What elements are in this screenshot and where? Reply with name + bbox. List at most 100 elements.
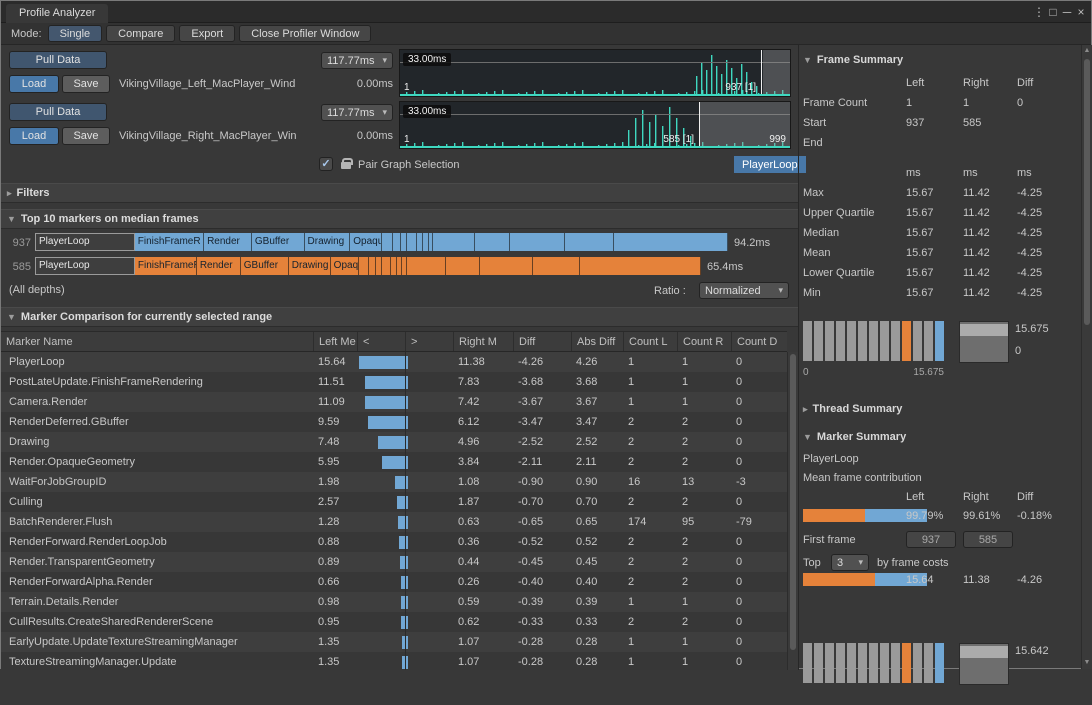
ratio-value: Normalized [705, 285, 761, 297]
table-row[interactable]: EarlyUpdate.UpdateTextureStreamingManage… [1, 632, 787, 652]
column-header-right-median[interactable]: Right M [453, 332, 513, 351]
column-header-right-bar[interactable]: > [405, 332, 453, 351]
table-row[interactable]: Render.TransparentGeometry0.890.44-0.450… [1, 552, 787, 572]
table-row[interactable]: RenderDeferred.GBuffer9.596.12-3.473.472… [1, 412, 787, 432]
pull-data-right-button[interactable]: Pull Data [9, 103, 107, 121]
first-frame-left-button[interactable]: 937 [906, 531, 956, 548]
column-header-left-median[interactable]: Left Me [313, 332, 357, 351]
top10-section-header[interactable]: ▼ Top 10 markers on median frames [1, 209, 798, 229]
cell-left-bar [357, 552, 405, 572]
maximize-icon[interactable]: □ [1046, 5, 1060, 19]
mode-single-button[interactable]: Single [48, 25, 103, 42]
left-range-max-dropdown[interactable]: 117.77ms ▾ [321, 52, 393, 69]
table-row[interactable]: RenderForwardAlpha.Render0.660.26-0.400.… [1, 572, 787, 592]
marker-segment[interactable]: Opaqu [350, 233, 382, 251]
marker-segment[interactable] [382, 257, 391, 275]
minimize-icon[interactable]: ─ [1060, 5, 1074, 19]
panel-scrollbar[interactable]: ▲ ▼ [1081, 45, 1092, 669]
table-scrollbar-thumb[interactable] [790, 354, 796, 650]
marker-segment[interactable] [393, 233, 401, 251]
marker-segment[interactable]: Opaqu [331, 257, 360, 275]
marker-segment[interactable] [480, 257, 533, 275]
table-row[interactable]: Terrain.Details.Render0.980.59-0.390.391… [1, 592, 787, 612]
marker-segment[interactable] [446, 257, 479, 275]
marker-segment[interactable] [369, 257, 376, 275]
table-row[interactable]: WaitForJobGroupID1.981.08-0.900.901613-3 [1, 472, 787, 492]
marker-comparison-section-header[interactable]: ▼ Marker Comparison for currently select… [1, 307, 798, 327]
close-profiler-window-button[interactable]: Close Profiler Window [239, 25, 371, 42]
scroll-down-icon[interactable]: ▼ [1082, 657, 1092, 669]
table-scrollbar[interactable] [787, 352, 798, 670]
table-row[interactable]: PostLateUpdate.FinishFrameRendering11.51… [1, 372, 787, 392]
marker-segment[interactable] [382, 233, 392, 251]
marker-segment[interactable] [533, 257, 580, 275]
cell-count-left: 2 [623, 432, 677, 452]
marker-segment[interactable]: GBuffer [241, 257, 289, 275]
tab-profile-analyzer[interactable]: Profile Analyzer [6, 4, 108, 23]
marker-segment[interactable] [580, 257, 701, 275]
export-button[interactable]: Export [179, 25, 235, 42]
close-icon[interactable]: × [1074, 5, 1088, 19]
panel-scrollbar-thumb[interactable] [1084, 59, 1090, 325]
column-header-left-bar[interactable]: < [357, 332, 405, 351]
first-frame-right-button[interactable]: 585 [963, 531, 1013, 548]
marker-segment[interactable] [433, 233, 475, 251]
table-row[interactable]: BatchRenderer.Flush1.280.63-0.650.651749… [1, 512, 787, 532]
column-header-count-diff[interactable]: Count D [731, 332, 787, 351]
summary-cell: ms [906, 167, 963, 179]
marker-segment[interactable]: PlayerLoop [35, 233, 135, 251]
table-row[interactable]: Culling2.571.87-0.700.70220 [1, 492, 787, 512]
right-frame-graph[interactable]: 33.00ms 1 585 [1] 999 [399, 101, 791, 149]
right-range-max-dropdown[interactable]: 117.77ms ▾ [321, 104, 393, 121]
marker-segment[interactable] [359, 257, 368, 275]
save-right-button[interactable]: Save [62, 127, 110, 145]
table-row[interactable]: Render.OpaqueGeometry5.953.84-2.112.1122… [1, 452, 787, 472]
table-row[interactable]: RenderForward.RenderLoopJob0.880.36-0.52… [1, 532, 787, 552]
column-header-marker-name[interactable]: Marker Name [1, 332, 313, 351]
marker-segment[interactable] [565, 233, 614, 251]
marker-segment[interactable] [407, 233, 417, 251]
ratio-dropdown[interactable]: Normalized ▾ [699, 282, 789, 299]
histogram-bar [836, 643, 845, 683]
marker-segment[interactable] [475, 233, 510, 251]
marker-segment[interactable]: FinishFrameR [135, 233, 204, 251]
top-n-dropdown[interactable]: 3 ▾ [831, 554, 869, 571]
marker-segment[interactable] [407, 257, 447, 275]
marker-segment[interactable]: Drawing [289, 257, 331, 275]
marker-segment[interactable]: Render [197, 257, 241, 275]
lock-icon[interactable] [341, 162, 351, 169]
table-row[interactable]: TextureStreamingManager.Update1.351.07-0… [1, 652, 787, 670]
load-right-button[interactable]: Load [9, 127, 59, 145]
table-row[interactable]: CullResults.CreateSharedRendererScene0.9… [1, 612, 787, 632]
marker-segment[interactable] [614, 233, 728, 251]
selected-marker-chip[interactable]: PlayerLoop [734, 156, 806, 173]
save-left-button[interactable]: Save [62, 75, 110, 93]
filters-section-header[interactable]: ▸ Filters [1, 183, 798, 203]
histogram-bar [803, 643, 812, 683]
marker-segment[interactable]: Render [204, 233, 252, 251]
marker-segment[interactable]: PlayerLoop [35, 257, 135, 275]
table-row[interactable]: PlayerLoop15.6411.38-4.264.26110 [1, 352, 787, 372]
pair-graph-selection-checkbox[interactable]: ✓ [319, 157, 333, 171]
cell-count-diff: 0 [731, 432, 787, 452]
frame-summary-header[interactable]: ▼ Frame Summary [803, 54, 903, 66]
marker-segment[interactable]: GBuffer [252, 233, 305, 251]
marker-segment[interactable]: FinishFrameR [135, 257, 197, 275]
kebab-menu-icon[interactable]: ⋮ [1032, 5, 1046, 19]
column-header-count-left[interactable]: Count L [623, 332, 677, 351]
table-row[interactable]: Drawing7.484.96-2.522.52220 [1, 432, 787, 452]
table-row[interactable]: Camera.Render11.097.42-3.673.67110 [1, 392, 787, 412]
column-header-abs-diff[interactable]: Abs Diff [571, 332, 623, 351]
marker-segment[interactable] [510, 233, 565, 251]
pull-data-left-button[interactable]: Pull Data [9, 51, 107, 69]
thread-summary-header[interactable]: ▸ Thread Summary [803, 403, 902, 415]
left-frame-graph[interactable]: 33.00ms 1 937 [1] [399, 49, 791, 97]
marker-summary-header[interactable]: ▼ Marker Summary [803, 431, 906, 443]
load-left-button[interactable]: Load [9, 75, 59, 93]
marker-segment[interactable]: Drawing [305, 233, 351, 251]
histogram-bar [869, 321, 878, 361]
scroll-up-icon[interactable]: ▲ [1082, 45, 1092, 57]
mode-compare-button[interactable]: Compare [106, 25, 175, 42]
column-header-diff[interactable]: Diff [513, 332, 571, 351]
column-header-count-right[interactable]: Count R [677, 332, 731, 351]
